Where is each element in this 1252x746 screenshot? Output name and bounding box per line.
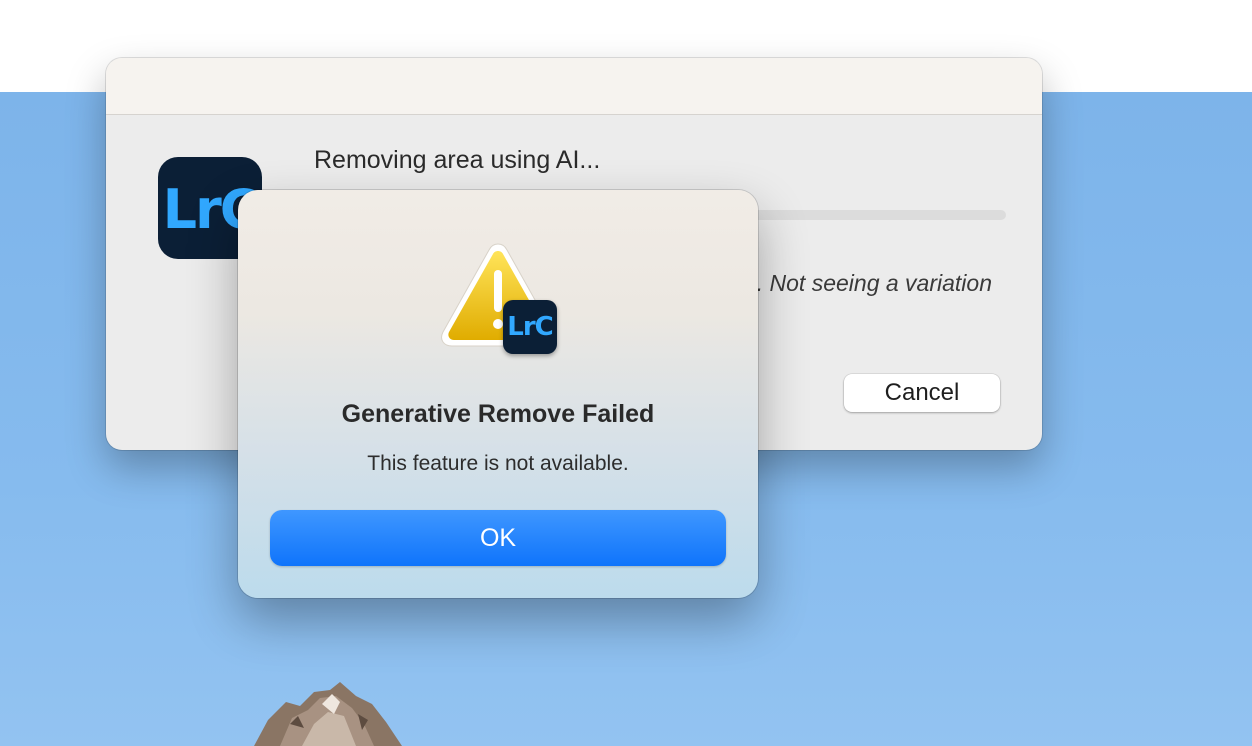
alert-title: Generative Remove Failed	[341, 400, 655, 428]
ok-button[interactable]: OK	[270, 510, 726, 566]
alert-dialog: LrC Generative Remove Failed This featur…	[238, 190, 758, 598]
badge-text: LrC	[507, 312, 553, 342]
rock-image	[254, 682, 402, 746]
lightroom-badge-icon: LrC	[503, 300, 557, 354]
progress-dialog-titlebar[interactable]	[106, 58, 1042, 115]
cancel-button[interactable]: Cancel	[844, 374, 1000, 412]
progress-message: Removing area using AI...	[314, 146, 601, 174]
alert-message: This feature is not available.	[367, 452, 629, 475]
